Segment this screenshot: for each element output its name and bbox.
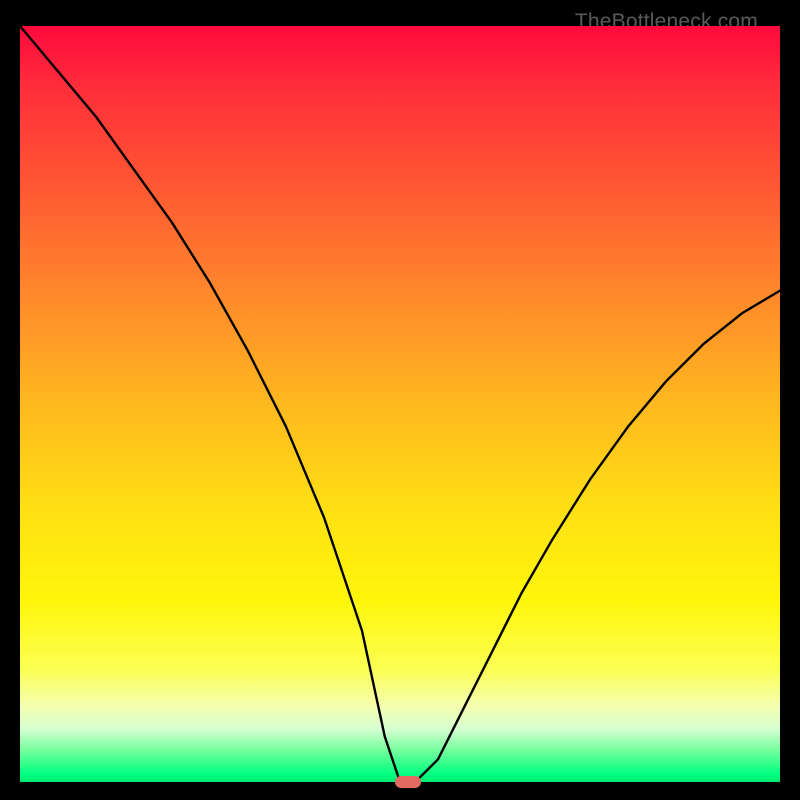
plot-area (20, 26, 780, 782)
bottleneck-curve (20, 26, 780, 782)
optimal-marker (395, 776, 421, 788)
chart-frame: TheBottleneck.com (20, 6, 780, 782)
